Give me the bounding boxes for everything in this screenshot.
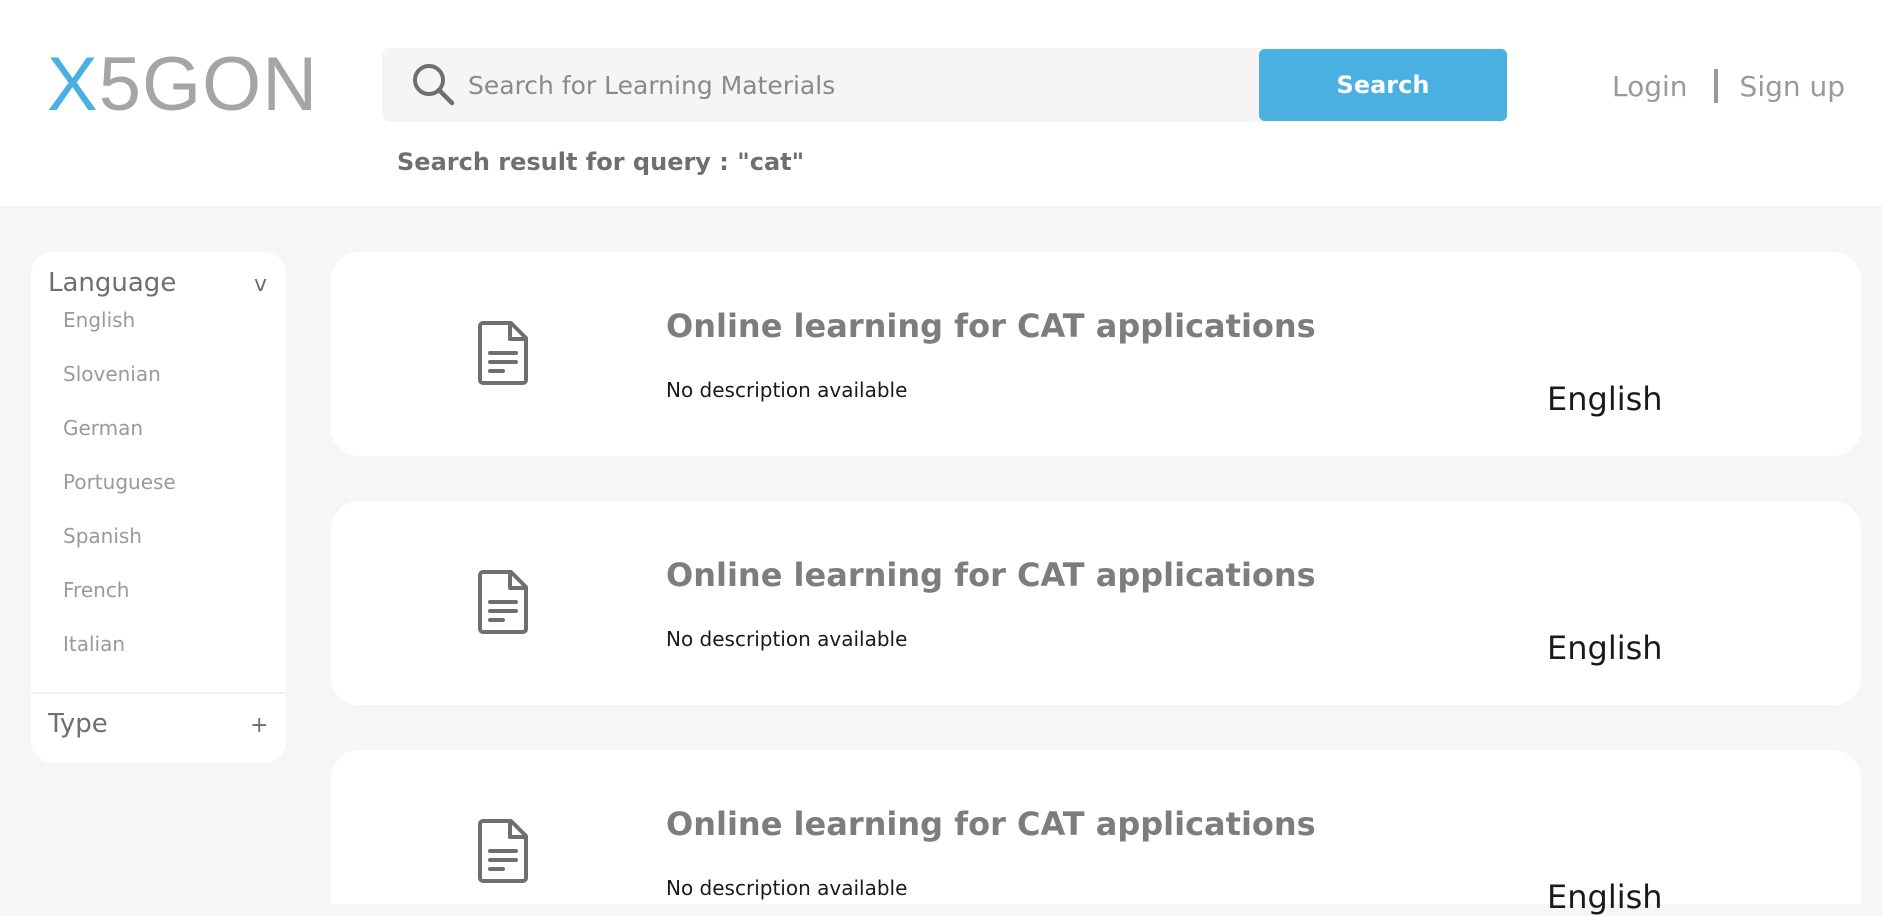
language-filter-title[interactable]: Language <box>48 268 176 298</box>
type-filter-title[interactable]: Type <box>48 709 108 739</box>
result-title[interactable]: Online learning for CAT applications <box>666 556 1316 594</box>
logo-x: X <box>47 42 99 127</box>
document-icon <box>478 570 528 634</box>
result-description: No description available <box>666 378 908 402</box>
language-collapse-toggle[interactable]: v <box>254 272 267 297</box>
document-icon <box>478 819 528 883</box>
result-description: No description available <box>666 627 908 651</box>
language-option[interactable]: Slovenian <box>63 362 176 416</box>
filter-sidebar: Language v English Slovenian German Port… <box>31 252 286 763</box>
search-bar: Search <box>382 48 1508 122</box>
header: X5GON Search Login Sign up Search result… <box>0 0 1882 206</box>
language-option[interactable]: Spanish <box>63 524 176 578</box>
auth-links: Login Sign up <box>1612 68 1845 104</box>
language-option[interactable]: Portuguese <box>63 470 176 524</box>
search-query-label: Search result for query : "cat" <box>397 148 805 176</box>
language-option[interactable]: English <box>63 308 176 362</box>
x5gon-logo[interactable]: X5GON <box>47 44 318 126</box>
result-title[interactable]: Online learning for CAT applications <box>666 805 1316 843</box>
logo-text: 5GON <box>98 42 319 127</box>
result-card[interactable]: Online learning for CAT applications No … <box>331 252 1861 456</box>
signup-link[interactable]: Sign up <box>1740 70 1846 103</box>
type-expand-toggle[interactable]: + <box>250 713 268 738</box>
language-option[interactable]: German <box>63 416 176 470</box>
auth-divider <box>1713 69 1718 103</box>
result-language: English <box>1547 629 1663 667</box>
result-card[interactable]: Online learning for CAT applications No … <box>331 750 1861 916</box>
search-input[interactable] <box>468 48 1328 122</box>
language-option[interactable]: French <box>63 578 176 632</box>
result-description: No description available <box>666 876 908 900</box>
login-link[interactable]: Login <box>1612 70 1688 103</box>
sidebar-divider <box>31 692 286 694</box>
search-button[interactable]: Search <box>1259 49 1507 121</box>
result-language: English <box>1547 878 1663 916</box>
result-card[interactable]: Online learning for CAT applications No … <box>331 501 1861 705</box>
language-option[interactable]: Italian <box>63 632 176 686</box>
result-language: English <box>1547 380 1663 418</box>
search-icon <box>413 64 455 106</box>
result-title[interactable]: Online learning for CAT applications <box>666 307 1316 345</box>
language-list: English Slovenian German Portuguese Span… <box>63 308 176 686</box>
document-icon <box>478 321 528 385</box>
